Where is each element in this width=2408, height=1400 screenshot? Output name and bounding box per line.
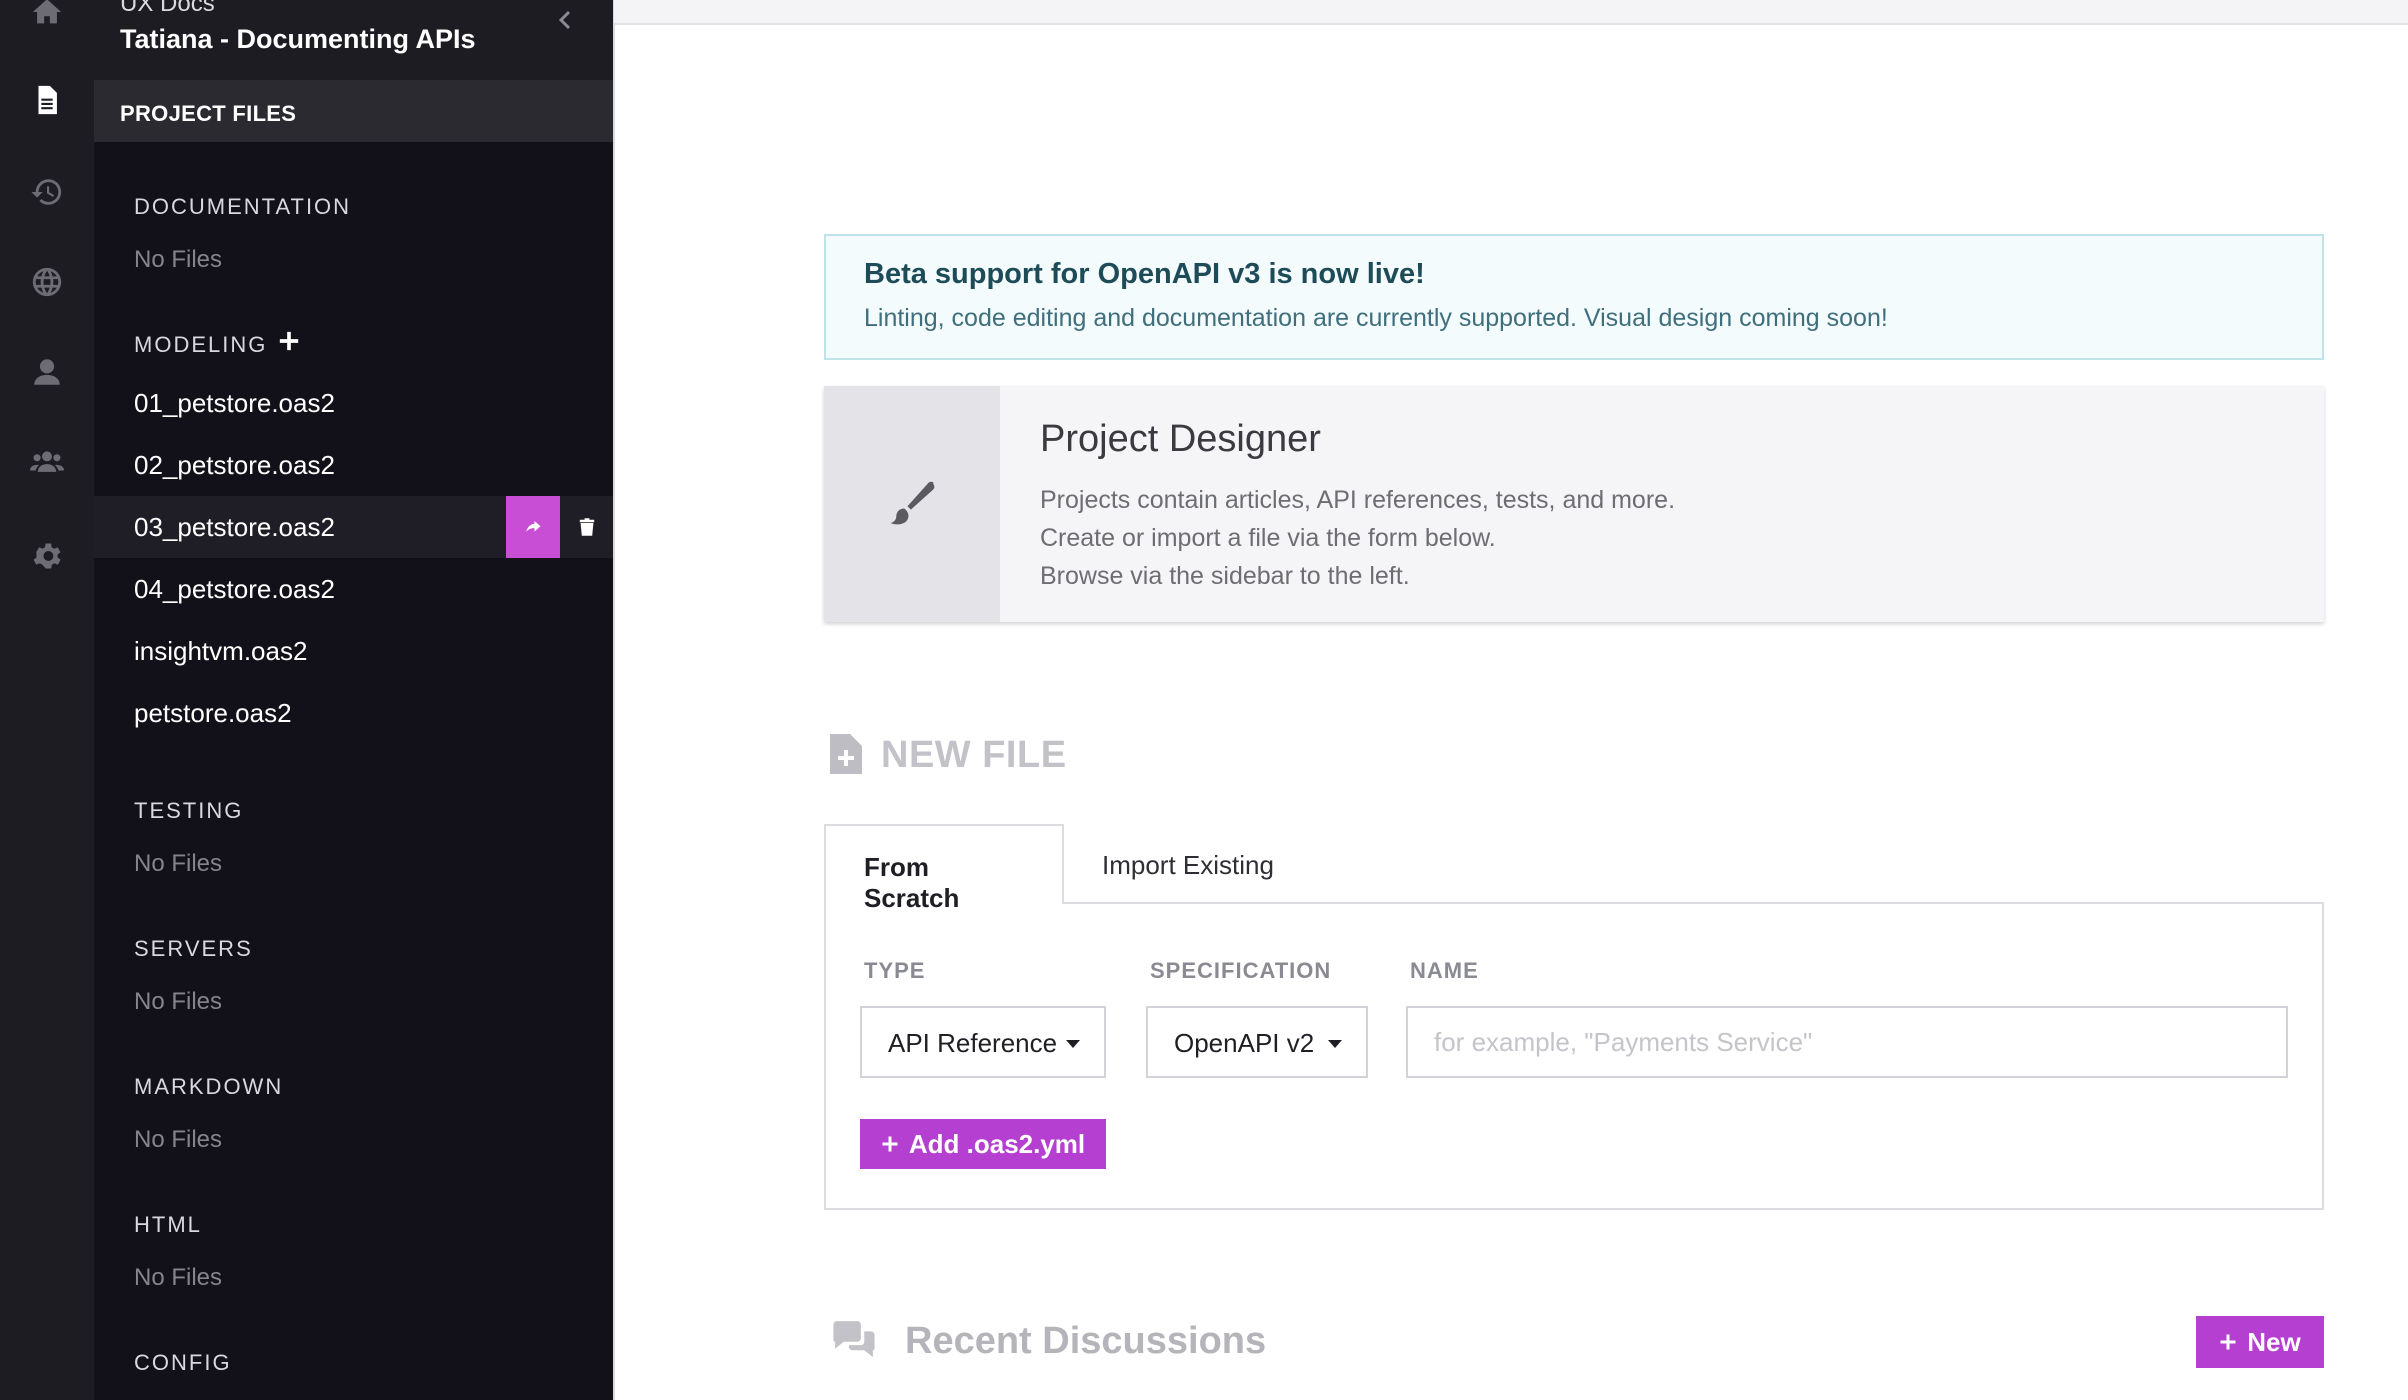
file-icon[interactable] [0, 70, 94, 130]
file-name: 01_petstore.oas2 [134, 388, 335, 418]
name-label: NAME [1410, 958, 1479, 983]
specification-value: OpenAPI v2 [1174, 1028, 1315, 1058]
file-item[interactable]: 01_petstore.oas2 [94, 372, 614, 434]
section-testing: TESTING [134, 798, 244, 823]
project-designer-card: Project Designer Projects contain articl… [824, 386, 2324, 622]
share-icon [526, 521, 541, 532]
share-file-button[interactable] [506, 496, 560, 558]
new-discussion-label: New [2247, 1326, 2301, 1357]
alert-text: Linting, code editing and documentation … [864, 304, 1888, 332]
html-empty: No Files [134, 1264, 223, 1291]
section-markdown: MARKDOWN [134, 1074, 284, 1099]
designer-title: Project Designer [1040, 418, 1321, 460]
file-item[interactable]: 04_petstore.oas2 [94, 558, 614, 620]
new-file-heading: NEW FILE [881, 734, 1067, 776]
project-files-header: PROJECT FILES [94, 80, 614, 142]
file-item[interactable]: 03_petstore.oas2 [94, 496, 614, 558]
gear-icon[interactable] [0, 526, 94, 586]
type-label: TYPE [864, 958, 926, 983]
testing-empty: No Files [134, 850, 223, 877]
plus-icon [2219, 1327, 2237, 1358]
add-modeling-file-icon[interactable] [278, 330, 302, 354]
designer-line: Create or import a file via the form bel… [1040, 524, 1496, 552]
type-select[interactable]: API Reference [860, 1006, 1106, 1078]
comments-icon [830, 1320, 878, 1360]
project-sidebar: UX Docs Tatiana - Documenting APIs PROJE… [94, 0, 614, 1400]
add-file-button[interactable]: Add .oas2.yml [860, 1119, 1106, 1169]
project-header: UX Docs Tatiana - Documenting APIs [94, 0, 614, 80]
plus-icon [881, 1129, 899, 1160]
trash-icon [579, 518, 595, 536]
file-item[interactable]: insightvm.oas2 [94, 620, 614, 682]
section-documentation: DOCUMENTATION [134, 194, 352, 219]
recent-discussions-heading: Recent Discussions [905, 1320, 1267, 1362]
home-icon[interactable] [0, 0, 94, 42]
add-file-label: Add .oas2.yml [908, 1128, 1086, 1159]
tab-from-scratch[interactable]: From Scratch [824, 824, 1064, 913]
file-name: petstore.oas2 [134, 698, 292, 728]
project-org[interactable]: UX Docs [120, 0, 215, 18]
user-icon[interactable] [0, 342, 94, 402]
type-value: API Reference [888, 1028, 1058, 1058]
tab-import-existing[interactable]: Import Existing [1064, 824, 1324, 904]
globe-icon[interactable] [0, 252, 94, 312]
collapse-sidebar-icon[interactable] [554, 8, 584, 38]
specification-label: SPECIFICATION [1150, 958, 1332, 983]
servers-empty: No Files [134, 988, 223, 1015]
markdown-empty: No Files [134, 1126, 223, 1153]
file-name: 03_petstore.oas2 [134, 512, 335, 542]
section-html: HTML [134, 1212, 202, 1237]
project-name[interactable]: Tatiana - Documenting APIs [120, 24, 476, 55]
top-bar [614, 0, 2408, 25]
paintbrush-icon [824, 386, 1000, 622]
history-icon[interactable] [0, 162, 94, 222]
file-name: insightvm.oas2 [134, 636, 308, 666]
specification-select[interactable]: OpenAPI v2 [1146, 1006, 1368, 1078]
team-icon[interactable] [0, 432, 94, 492]
name-input[interactable] [1406, 1006, 2288, 1078]
caret-down-icon [1066, 1040, 1080, 1048]
alert-title: Beta support for OpenAPI v3 is now live! [864, 258, 1425, 290]
documentation-empty: No Files [134, 246, 223, 273]
file-item[interactable]: petstore.oas2 [94, 682, 614, 744]
designer-line: Projects contain articles, API reference… [1040, 486, 1676, 514]
delete-file-button[interactable] [560, 496, 614, 558]
icon-rail [0, 0, 94, 1400]
sidebar-divider [613, 0, 615, 1400]
caret-down-icon [1328, 1040, 1342, 1048]
section-modeling: MODELING [134, 332, 268, 357]
file-name: 02_petstore.oas2 [134, 450, 335, 480]
designer-line: Browse via the sidebar to the left. [1040, 562, 1410, 590]
new-file-icon [830, 734, 862, 774]
file-name: 04_petstore.oas2 [134, 574, 335, 604]
beta-alert: Beta support for OpenAPI v3 is now live!… [824, 234, 2324, 360]
new-discussion-button[interactable]: New [2196, 1316, 2324, 1368]
file-item[interactable]: 02_petstore.oas2 [94, 434, 614, 496]
section-config: CONFIG [134, 1350, 232, 1375]
section-servers: SERVERS [134, 936, 253, 961]
